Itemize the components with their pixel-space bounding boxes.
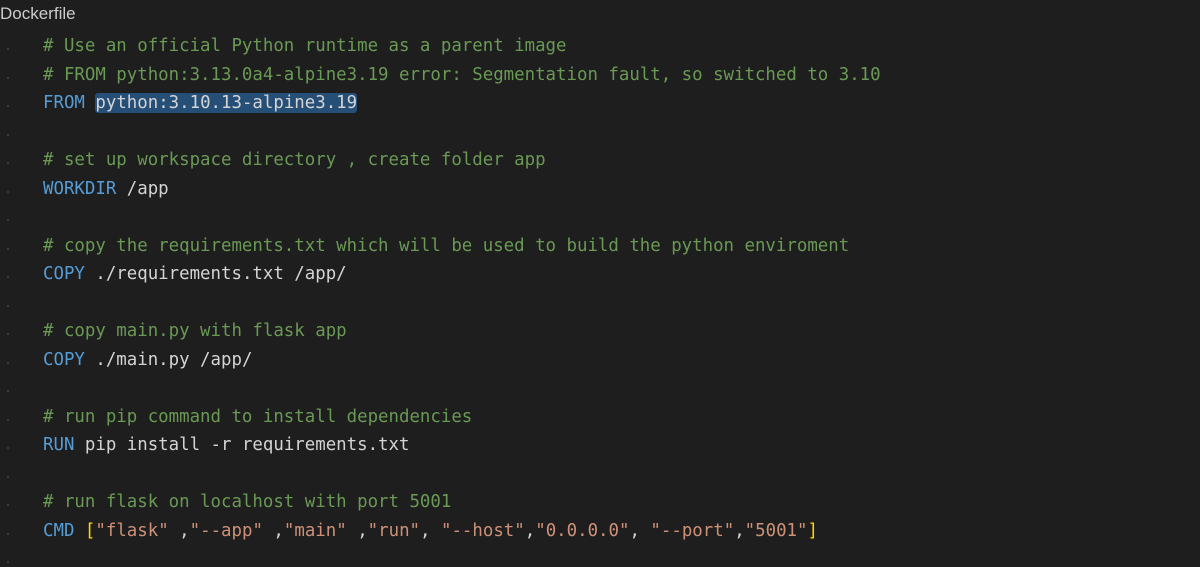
keyword-copy: COPY bbox=[43, 349, 85, 370]
separator: , bbox=[168, 520, 190, 541]
code-line: # set up workspace directory , create fo… bbox=[0, 146, 1200, 175]
code-line-empty bbox=[0, 374, 1200, 403]
code-line: # copy the requirements.txt which will b… bbox=[0, 232, 1200, 261]
instruction-args: /app bbox=[116, 178, 169, 199]
code-line: COPY ./main.py /app/ bbox=[0, 346, 1200, 375]
code-editor[interactable]: # Use an official Python runtime as a pa… bbox=[0, 32, 1200, 567]
instruction-args: ./requirements.txt /app/ bbox=[84, 264, 347, 284]
comment-text: # Use an official Python runtime as a pa… bbox=[43, 36, 567, 56]
string-literal: "0.0.0.0" bbox=[535, 520, 630, 541]
code-line-empty bbox=[0, 289, 1200, 318]
separator: , bbox=[420, 520, 441, 541]
keyword-cmd: CMD bbox=[43, 520, 75, 541]
editor-window: Dockerfile # Use an official Python runt… bbox=[0, 0, 1200, 567]
file-title: Dockerfile bbox=[0, 4, 76, 23]
code-line-empty bbox=[0, 545, 1200, 567]
comment-text: # run flask on localhost with port 5001 bbox=[43, 492, 452, 512]
code-line: FROM python:3.10.13-alpine3.19 bbox=[0, 89, 1200, 118]
string-literal: "main" bbox=[283, 520, 347, 541]
code-line: RUN pip install -r requirements.txt bbox=[0, 431, 1200, 460]
comment-text: # set up workspace directory , create fo… bbox=[43, 150, 546, 170]
keyword-copy: COPY bbox=[43, 264, 85, 284]
open-bracket: [ bbox=[84, 520, 96, 541]
string-literal: "5001" bbox=[744, 520, 808, 541]
comment-text: # copy main.py with flask app bbox=[43, 321, 347, 341]
keyword-from: FROM bbox=[43, 93, 85, 113]
comment-text: # FROM python:3.13.0a4-alpine3.19 error:… bbox=[43, 64, 881, 85]
instruction-args: pip install -r requirements.txt bbox=[74, 435, 410, 455]
close-bracket: ] bbox=[807, 520, 818, 541]
string-literal: "flask" bbox=[95, 520, 169, 541]
instruction-args: ./main.py /app/ bbox=[84, 349, 253, 370]
code-line: COPY ./requirements.txt /app/ bbox=[0, 260, 1200, 289]
code-line: # Use an official Python runtime as a pa… bbox=[0, 32, 1200, 61]
code-line: CMD ["flask" ,"--app" ,"main" ,"run", "-… bbox=[0, 517, 1200, 546]
code-line-empty bbox=[0, 118, 1200, 147]
code-line: WORKDIR /app bbox=[0, 175, 1200, 204]
string-literal: "--host" bbox=[440, 520, 525, 541]
separator: , bbox=[346, 520, 368, 541]
separator: , bbox=[524, 520, 536, 541]
code-line-empty bbox=[0, 460, 1200, 489]
separator: , bbox=[262, 520, 284, 541]
string-literal: "--app" bbox=[189, 520, 263, 541]
separator: , bbox=[734, 520, 745, 541]
code-line: # run flask on localhost with port 5001 bbox=[0, 488, 1200, 517]
code-line: # FROM python:3.13.0a4-alpine3.19 error:… bbox=[0, 61, 1200, 90]
string-literal: "run" bbox=[367, 520, 421, 541]
keyword-workdir: WORKDIR bbox=[43, 178, 117, 199]
string-literal: "--port" bbox=[650, 520, 735, 541]
code-line: # copy main.py with flask app bbox=[0, 317, 1200, 346]
comment-text: # copy the requirements.txt which will b… bbox=[43, 235, 850, 256]
code-line: # run pip command to install dependencie… bbox=[0, 403, 1200, 432]
keyword-run: RUN bbox=[43, 435, 75, 455]
comment-text: # run pip command to install dependencie… bbox=[43, 406, 473, 427]
separator: , bbox=[629, 520, 651, 541]
code-line-empty bbox=[0, 203, 1200, 232]
selected-text[interactable]: python:3.10.13-alpine3.19 bbox=[95, 93, 358, 113]
